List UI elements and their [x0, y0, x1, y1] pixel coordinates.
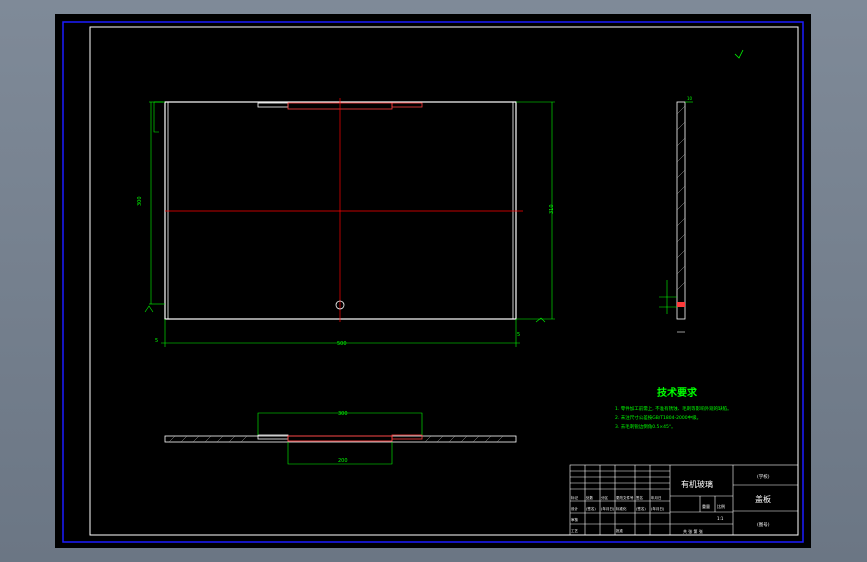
- scale-value: 1:1: [717, 516, 724, 521]
- top-slot-right: [391, 102, 423, 108]
- weight-label: 重量: [702, 503, 710, 509]
- drawing-number-note: (图号): [757, 522, 770, 528]
- tb-cell: 处数: [586, 495, 594, 500]
- tech-req-line-1: 1. 零件加工前需上, 不准有锈蚀、毛刺等影响外观的缺陷。: [615, 405, 732, 412]
- top-slot-left: [257, 102, 289, 108]
- tb-cell: 审核: [571, 517, 579, 522]
- side-slot: [677, 302, 685, 307]
- tb-cell: 分区: [601, 495, 609, 500]
- school-note: (学校): [757, 473, 770, 480]
- cad-drawing: 300 500 5 310 5 10 300 200 技术要求 1. 零件加工前…: [62, 21, 804, 543]
- tech-req-line-3: 3. 去毛刺锐边倒角0.5×45°。: [615, 423, 676, 430]
- tb-cell: 标记: [571, 495, 579, 500]
- leader-right-bottom: [535, 317, 546, 323]
- tb-cell: 更改文件号: [616, 495, 634, 500]
- sheet-info: 共 张 第 张: [683, 528, 703, 534]
- part-name: 盖板: [755, 494, 771, 504]
- chamfer-leader: [153, 102, 159, 133]
- tb-cell: 批准: [616, 528, 624, 533]
- side-view: 10: [659, 49, 744, 333]
- dim-side-top: 10: [687, 96, 693, 101]
- plate-outline: [164, 101, 517, 320]
- front-view: 300 500 5 310 5: [137, 98, 555, 347]
- tech-req-title: 技术要求: [657, 386, 698, 399]
- dim-front-width: 500: [337, 341, 347, 347]
- tb-cell: (年月日): [651, 506, 665, 511]
- section-view: 300 200: [164, 411, 517, 465]
- product-name: 有机玻璃: [681, 479, 713, 489]
- tb-cell: 标准化: [616, 506, 627, 511]
- dim-section-top-label: 300: [338, 411, 348, 417]
- tb-cell: 签名: [636, 495, 643, 500]
- dim-front-height: 300: [137, 196, 143, 206]
- tb-cell: (签名): [586, 506, 596, 511]
- leader-left-bottom: [144, 305, 154, 313]
- technical-requirements: 技术要求 1. 零件加工前需上, 不准有锈蚀、毛刺等影响外观的缺陷。 2. 未注…: [615, 386, 732, 430]
- tb-cell: (年月日): [601, 506, 615, 511]
- inner-drawing-frame: [89, 26, 799, 536]
- side-plate-outline: [676, 101, 686, 320]
- dim-right-offset: 5: [517, 332, 520, 338]
- title-block-text: 有机玻璃 盖板 (学校) (图号) 重量 比例 1:1 共 张 第 张 标记 处…: [571, 473, 771, 534]
- dim-right-height: 310: [549, 204, 555, 214]
- surface-roughness-symbol: [734, 49, 744, 59]
- cad-viewport[interactable]: 300 500 5 310 5 10 300 200 技术要求 1. 零件加工前…: [55, 14, 811, 548]
- tech-req-line-2: 2. 未注尺寸公差按GB/T1804-2000中级。: [615, 414, 701, 421]
- section-slot-center: [287, 435, 393, 442]
- dim-section-bottom-label: 200: [338, 458, 348, 464]
- tb-cell: 年月日: [651, 495, 662, 500]
- side-hatching: [676, 105, 686, 291]
- tb-cell: (签名): [636, 506, 646, 511]
- tb-cell: 工艺: [571, 528, 579, 533]
- scale-label: 比例: [717, 503, 725, 509]
- tb-cell: 设计: [571, 506, 579, 511]
- dim-bottom-offset: 5: [155, 338, 158, 344]
